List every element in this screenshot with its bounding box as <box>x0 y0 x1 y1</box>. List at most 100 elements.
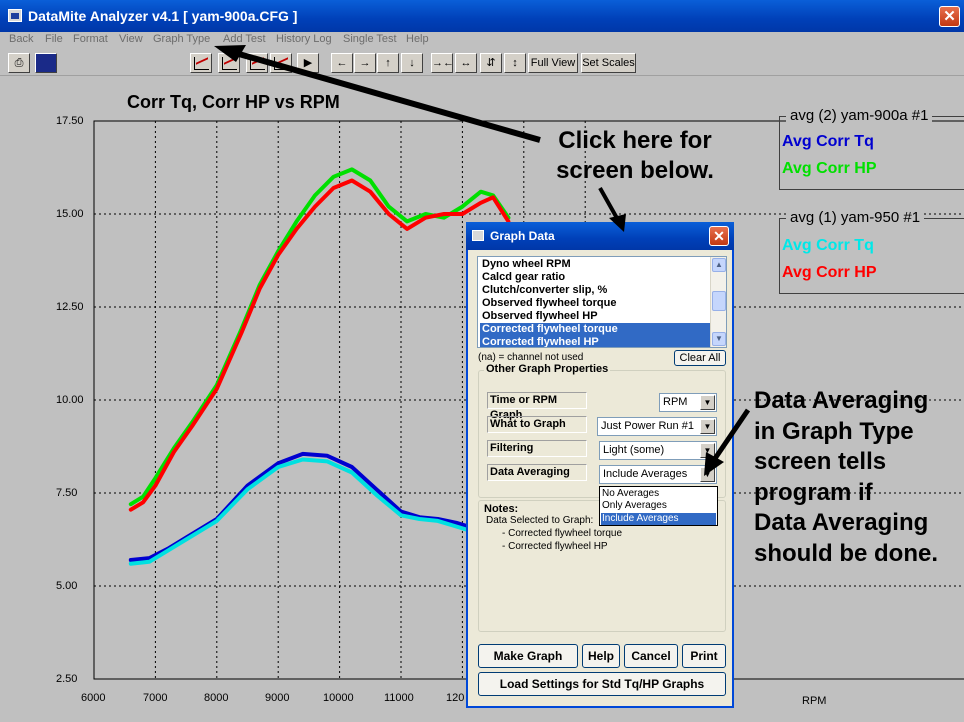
graph-zoom-icon[interactable] <box>270 53 292 73</box>
load-settings-button[interactable]: Load Settings for Std Tq/HP Graphs <box>478 672 726 696</box>
menu-bar: Back File Format View Graph Type Add Tes… <box>0 32 964 49</box>
other-graph-properties: Other Graph Properties Time or RPM Graph… <box>478 363 726 498</box>
option-no-averages[interactable]: No Averages <box>601 488 716 500</box>
window-title: DataMite Analyzer v4.1 [ yam-900a.CFG ] <box>28 8 298 24</box>
y-tick-label: 2.50 <box>56 673 78 685</box>
y-tick-label: 10.00 <box>56 394 84 406</box>
help-button[interactable]: Help <box>582 644 620 668</box>
group-label: Other Graph Properties <box>484 363 611 375</box>
time-rpm-select[interactable]: RPM ▼ <box>659 393 717 412</box>
x-axis-label: RPM <box>802 695 827 707</box>
toolbar: ⎙ ▶ ← → ↑ ↓ →← ↔ ⇵ ↕ Full View Set Scale… <box>0 50 964 76</box>
channel-item[interactable]: Calcd gear ratio <box>480 271 712 284</box>
x-tick-label: 10000 <box>323 692 354 704</box>
channel-item[interactable]: Observed flywheel torque <box>480 297 712 310</box>
set-scales-button[interactable]: Set Scales <box>581 53 636 73</box>
graph-compare-icon[interactable] <box>218 53 240 73</box>
dialog-icon <box>472 230 484 241</box>
chevron-down-icon[interactable]: ▼ <box>700 467 715 482</box>
data-averaging-dropdown-list[interactable]: No Averages Only Averages Include Averag… <box>599 486 718 526</box>
x-tick-label: 7000 <box>143 692 168 704</box>
compress-horizontal-icon[interactable]: →← <box>431 53 454 73</box>
app-icon <box>8 9 22 22</box>
chevron-down-icon[interactable]: ▼ <box>700 419 715 434</box>
series-line <box>128 457 471 566</box>
screen-icon[interactable] <box>35 53 57 73</box>
menu-help[interactable]: Help <box>406 33 429 45</box>
listbox-scrollbar[interactable]: ▲ ▼ <box>710 257 726 347</box>
channel-item-selected[interactable]: Corrected flywheel HP <box>480 336 712 347</box>
menu-add-test[interactable]: Add Test <box>223 33 266 45</box>
legend-header: avg (1) yam-950 #1 <box>786 209 925 226</box>
arrow-up-icon[interactable]: ↑ <box>377 53 399 73</box>
legend-item: Avg Corr Tq <box>782 237 874 254</box>
menu-view[interactable]: View <box>119 33 143 45</box>
x-tick-label: 9000 <box>265 692 290 704</box>
y-tick-label: 17.50 <box>56 115 84 127</box>
x-tick-label: 120 <box>446 692 465 704</box>
na-note: (na) = channel not used <box>478 352 584 363</box>
expand-vertical-icon[interactable]: ↕ <box>504 53 526 73</box>
notes-label: Notes: <box>484 503 519 515</box>
menu-single-test[interactable]: Single Test <box>343 33 397 45</box>
channel-item[interactable]: Dyno wheel RPM <box>480 258 712 271</box>
graph-type-icon[interactable] <box>190 53 212 73</box>
window-close-button[interactable]: ✕ <box>939 6 960 27</box>
title-bar: DataMite Analyzer v4.1 [ yam-900a.CFG ] … <box>0 0 964 32</box>
print-icon[interactable]: ⎙ <box>8 53 30 73</box>
menu-format[interactable]: Format <box>73 33 108 45</box>
scroll-up-icon[interactable]: ▲ <box>712 258 726 272</box>
menu-file[interactable]: File <box>45 33 63 45</box>
arrow-down-icon[interactable]: ↓ <box>401 53 423 73</box>
legend-item: Avg Corr HP <box>782 160 877 177</box>
print-button[interactable]: Print <box>682 644 726 668</box>
legend-group-2: avg (1) yam-950 #1 Avg Corr Tq Avg Corr … <box>779 209 964 294</box>
arrow-right-icon[interactable]: → <box>354 53 376 73</box>
notes-line: - Corrected flywheel HP <box>502 541 608 552</box>
graph-data-dialog: Graph Data ✕ Dyno wheel RPM Calcd gear r… <box>466 222 734 708</box>
what-to-graph-select[interactable]: Just Power Run #1 ▼ <box>597 417 717 436</box>
notes-line: Data Selected to Graph: <box>486 515 594 526</box>
clear-all-button[interactable]: Clear All <box>674 350 726 366</box>
chevron-down-icon[interactable]: ▼ <box>700 443 715 458</box>
y-tick-label: 15.00 <box>56 208 84 220</box>
menu-history-log[interactable]: History Log <box>276 33 332 45</box>
data-averaging-annotation: Data Averaging in Graph Type screen tell… <box>754 387 938 567</box>
compress-vertical-icon[interactable]: ⇵ <box>480 53 502 73</box>
what-to-graph-label: What to Graph <box>487 416 587 433</box>
filtering-label: Filtering <box>487 440 587 457</box>
dialog-close-button[interactable]: ✕ <box>709 226 729 246</box>
x-tick-label: 11000 <box>384 692 414 704</box>
make-graph-button[interactable]: Make Graph <box>478 644 578 668</box>
option-include-averages[interactable]: Include Averages <box>601 513 716 525</box>
legend-item: Avg Corr Tq <box>782 133 874 150</box>
dialog-title-bar: Graph Data ✕ <box>466 222 734 250</box>
scroll-thumb[interactable] <box>712 291 726 311</box>
option-only-averages[interactable]: Only Averages <box>601 500 716 512</box>
notes-line: - Corrected flywheel torque <box>502 528 623 539</box>
legend-header: avg (2) yam-900a #1 <box>786 107 933 124</box>
cancel-button[interactable]: Cancel <box>624 644 678 668</box>
click-here-annotation: Click here for screen below. <box>556 127 714 184</box>
filtering-select[interactable]: Light (some) ▼ <box>599 441 717 460</box>
y-tick-label: 7.50 <box>56 487 78 499</box>
full-view-button[interactable]: Full View <box>528 53 578 73</box>
graph-next-icon[interactable]: ▶ <box>297 53 319 73</box>
channel-item[interactable]: Observed flywheel HP <box>480 310 712 323</box>
menu-graph-type[interactable]: Graph Type <box>153 33 210 45</box>
x-tick-label: 6000 <box>81 692 106 704</box>
y-tick-label: 12.50 <box>56 301 84 313</box>
arrow-left-icon[interactable]: ← <box>331 53 353 73</box>
chevron-down-icon[interactable]: ▼ <box>700 395 715 410</box>
channel-item[interactable]: Clutch/converter slip, % <box>480 284 712 297</box>
data-averaging-select[interactable]: Include Averages ▼ <box>599 465 717 484</box>
menu-back[interactable]: Back <box>9 33 33 45</box>
channel-item-selected[interactable]: Corrected flywheel torque <box>480 323 712 336</box>
x-tick-label: 8000 <box>204 692 229 704</box>
expand-horizontal-icon[interactable]: ↔ <box>455 53 477 73</box>
legend-group-1: avg (2) yam-900a #1 Avg Corr Tq Avg Corr… <box>779 107 964 190</box>
graph-line-icon[interactable] <box>246 53 268 73</box>
channel-listbox[interactable]: Dyno wheel RPM Calcd gear ratio Clutch/c… <box>477 256 727 348</box>
scroll-down-icon[interactable]: ▼ <box>712 332 726 346</box>
dialog-title: Graph Data <box>490 229 555 243</box>
